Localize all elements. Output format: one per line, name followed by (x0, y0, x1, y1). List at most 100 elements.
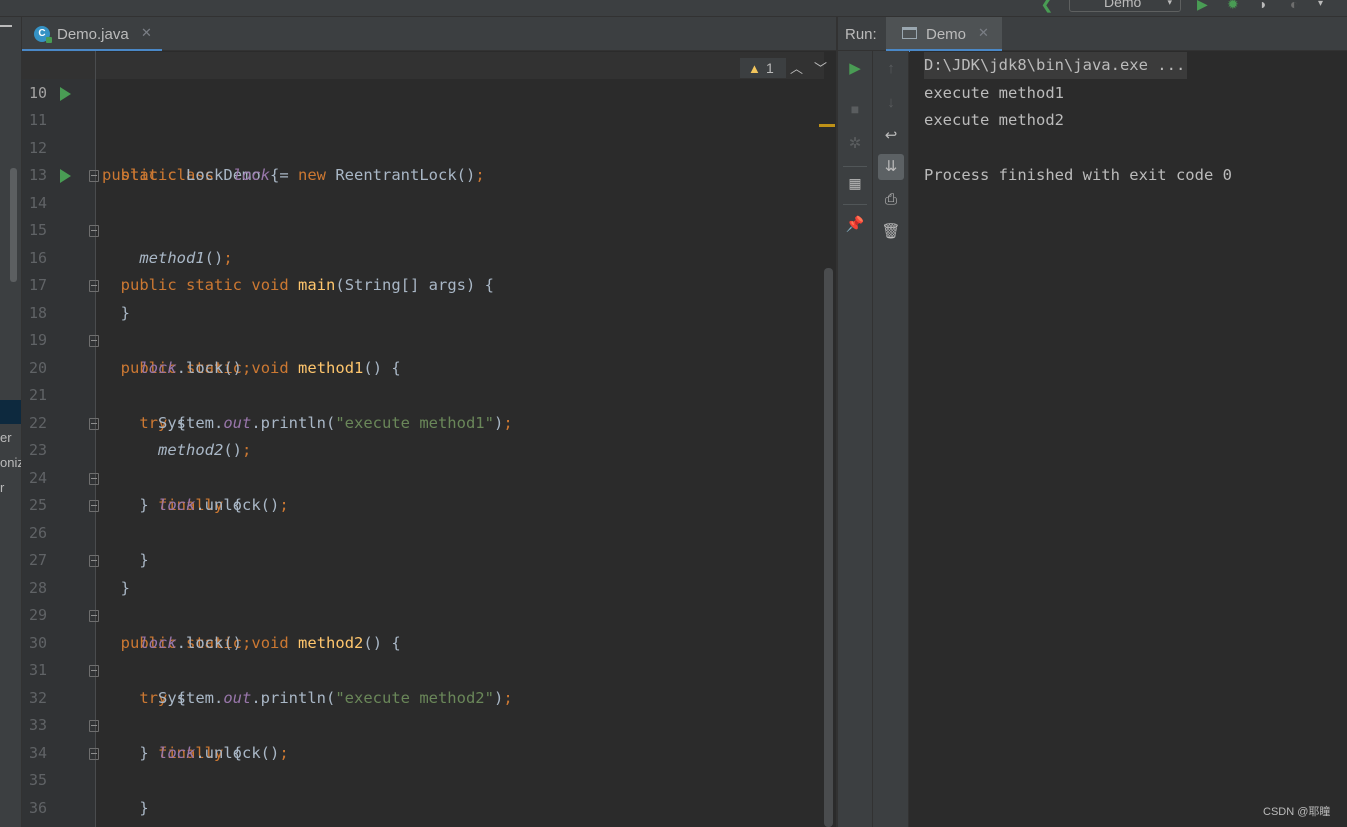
fold-icon[interactable] (89, 747, 99, 760)
fold-icon[interactable] (89, 225, 99, 237)
code-line[interactable]: 34 } (22, 712, 824, 817)
fold-icon[interactable] (89, 665, 99, 677)
code-line[interactable]: 24 lock.unlock(); (22, 437, 824, 515)
fold-icon[interactable] (89, 417, 99, 430)
code-line[interactable]: 28 public static void method2() { (22, 547, 824, 652)
layout-icon[interactable]: ▦ (842, 170, 868, 196)
code-line[interactable]: 19 lock.lock(); (22, 300, 824, 377)
code-line[interactable]: 29 lock.lock(); (22, 575, 824, 652)
run-toolbar-primary: ▶ ■ ✲ ▦ 📌 (838, 51, 873, 827)
trash-icon[interactable]: 🗑 (878, 219, 904, 245)
run-configuration-select[interactable]: Demo ▾ (1069, 0, 1181, 12)
code-line[interactable]: 36 } (22, 767, 824, 827)
rerun-icon[interactable]: ▶ (842, 56, 868, 82)
previous-highlight-icon[interactable]: ︿ (790, 58, 803, 77)
code-line[interactable]: 16 } (22, 217, 824, 322)
code-text: } (139, 798, 149, 817)
code-line[interactable]: 30 try { (22, 602, 824, 707)
code-line[interactable]: 17 (22, 245, 824, 294)
project-item-fragment[interactable]: oniz (0, 455, 21, 470)
warning-icon: ▲ (748, 61, 761, 76)
console-line: execute method1 (924, 84, 1064, 102)
code-line[interactable]: 26 } (22, 492, 824, 597)
pin-icon[interactable]: 📌 (842, 212, 868, 238)
inspection-widget[interactable]: ▲ 1 ︿ ﹀ (740, 58, 832, 78)
tab-label: Demo.java (57, 26, 129, 43)
back-arrow-icon[interactable]: ❮ (1041, 0, 1053, 13)
code-line[interactable]: 14 public static void main(String[] args… (22, 162, 824, 294)
project-panel: er oniz r (0, 17, 22, 827)
run-panel-header: Run: Demo ✕ (838, 17, 1347, 52)
code-line[interactable]: 15 method1(); (22, 190, 824, 267)
console-line: execute method2 (924, 111, 1064, 129)
fold-icon[interactable] (89, 610, 99, 622)
code-line[interactable]: 27 (22, 520, 824, 569)
code-line[interactable]: 32 } finally { (22, 657, 824, 762)
fold-icon[interactable] (89, 472, 99, 485)
fold-icon[interactable] (89, 280, 99, 292)
code-line[interactable]: 10 (22, 52, 824, 102)
console-command-line[interactable]: D:\JDK\jdk8\bin\java.exe ... (924, 52, 1188, 79)
tab-demo-java[interactable]: C Demo.java ✕ (22, 17, 162, 52)
run-gutter-icon[interactable] (60, 86, 71, 101)
console-line: Process finished with exit code 0 (924, 166, 1232, 184)
tab-run-demo[interactable]: Demo ✕ (886, 17, 1002, 52)
code-line[interactable]: 23 } finally { (22, 410, 824, 514)
code-line[interactable]: 12 static Lock lock = new ReentrantLock(… (22, 107, 824, 185)
next-highlight-icon[interactable]: ﹀ (814, 58, 827, 77)
code-line[interactable]: 18 public static void method1() { (22, 272, 824, 377)
stop-icon[interactable]: ■ (842, 96, 868, 122)
code-line[interactable]: 33 lock.unlock(); (22, 685, 824, 762)
debug-icon[interactable]: ✹ (1227, 0, 1239, 13)
project-item-fragment[interactable]: r (0, 480, 4, 495)
toolbar-separator (843, 204, 867, 205)
arrow-down-icon[interactable]: ↓ (878, 90, 904, 116)
run-icon[interactable]: ▶ (1197, 0, 1208, 13)
code-line[interactable]: 20 try { (22, 327, 824, 432)
rerun-failed-icon[interactable]: ✲ (842, 131, 868, 157)
profile-icon[interactable]: ◐ (1290, 0, 1298, 12)
print-icon[interactable]: ⎙ (878, 187, 904, 213)
coverage-icon[interactable]: ◗ (1259, 0, 1267, 12)
run-toolbar-secondary: ↑ ↓ ↩ ⇊ ⎙ 🗑 (873, 51, 909, 827)
class-icon: C (34, 26, 52, 43)
close-icon[interactable]: ✕ (141, 25, 152, 41)
fold-icon[interactable] (89, 170, 99, 182)
code-line[interactable]: 25 } (22, 465, 824, 569)
watermark: CSDN @耶瞳 (1263, 806, 1331, 818)
run-gutter-icon[interactable] (60, 169, 71, 183)
code-line[interactable]: 31 System.out.println("execute method2")… (22, 630, 824, 707)
console-icon (902, 27, 917, 39)
fold-icon[interactable] (89, 335, 99, 347)
code-line[interactable]: 11 public class Demo { (22, 80, 824, 184)
scroll-to-end-icon[interactable]: ⇊ (878, 154, 904, 180)
arrow-up-icon[interactable]: ↑ (878, 56, 904, 82)
fold-icon[interactable] (89, 500, 99, 512)
run-configuration-label: Demo (1104, 0, 1142, 10)
more-run-options-icon[interactable]: ▾ (1318, 0, 1323, 9)
project-item-fragment[interactable]: er (0, 430, 12, 445)
chevron-down-icon: ▾ (1167, 0, 1172, 7)
warning-count: 1 (766, 60, 774, 76)
code-line[interactable]: 22 method2(); (22, 382, 824, 460)
inspection-badge[interactable] (740, 58, 786, 78)
console-output[interactable]: D:\JDK\jdk8\bin\java.exe ... execute met… (910, 51, 1347, 827)
fold-icon[interactable] (89, 555, 99, 567)
code-line[interactable]: 13 (22, 135, 824, 184)
project-scrollbar[interactable] (10, 168, 17, 282)
project-selected-row[interactable] (0, 400, 21, 424)
editor-scrollbar[interactable] (824, 268, 833, 827)
code-lines[interactable]: 10 11 public class Demo { 12 static Lock… (22, 52, 824, 827)
warning-stripe-marker[interactable] (819, 124, 835, 127)
close-icon[interactable]: ✕ (978, 25, 989, 41)
code-line[interactable]: 35 } (22, 740, 824, 827)
soft-wrap-icon[interactable]: ↩ (878, 123, 904, 149)
line-number: 36 (28, 798, 47, 817)
run-tab-label: Demo (926, 26, 967, 43)
toolbar-separator (843, 166, 867, 167)
collapse-icon[interactable] (0, 25, 12, 27)
code-line[interactable]: 21 System.out.println("execute method1")… (22, 355, 824, 432)
code-text: } (102, 822, 111, 827)
fold-icon[interactable] (89, 720, 99, 732)
main-toolbar: ❮ Demo ▾ ▶ ✹ ◗ ◐ ▾ (0, 0, 1347, 17)
